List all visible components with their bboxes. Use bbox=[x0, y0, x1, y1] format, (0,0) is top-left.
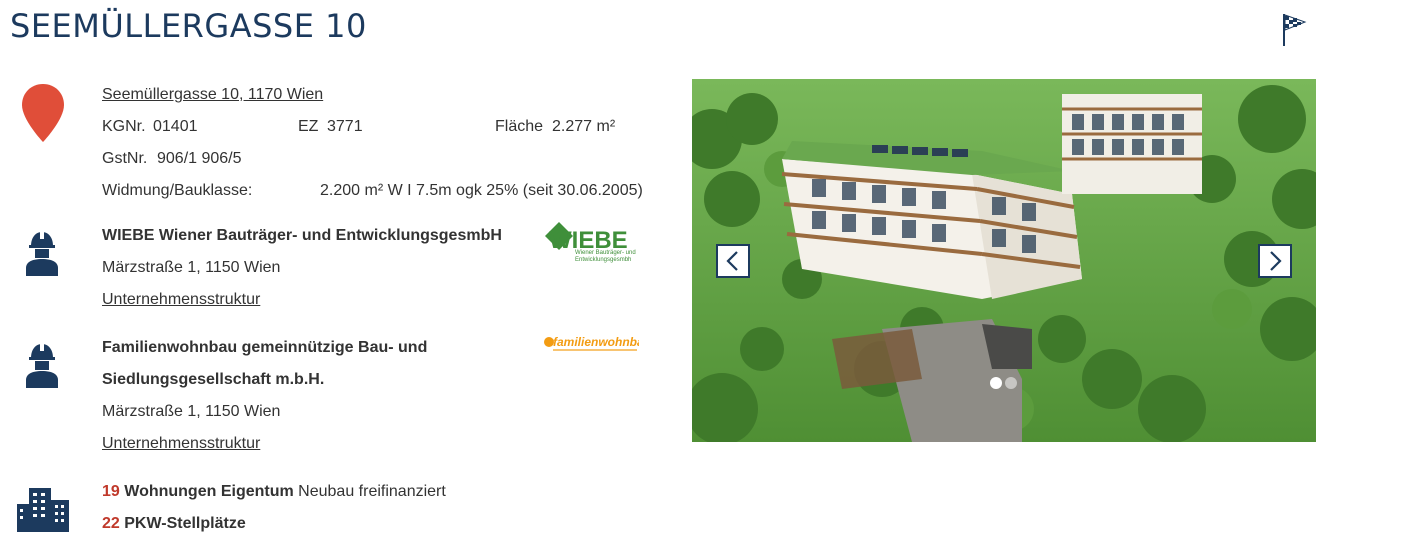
units-summary: 19 Wohnungen Eigentum Neubau freifinanzi… bbox=[102, 482, 446, 502]
flaeche-value: 2.277 m² bbox=[552, 118, 616, 135]
carousel-dot-active[interactable] bbox=[990, 377, 1002, 389]
developer-2-name-line2: Siedlungsgesellschaft m.b.H. bbox=[102, 371, 325, 388]
widmung-value: 2.200 m² W I 7.5m ogk 25% (seit 30.06.20… bbox=[320, 182, 643, 199]
units-count: 19 bbox=[102, 483, 120, 500]
svg-text:Entwicklungsgesmbh: Entwicklungsgesmbh bbox=[575, 257, 631, 263]
carousel-prev-button[interactable] bbox=[716, 244, 750, 278]
kgnr-label: KGNr. bbox=[102, 118, 146, 135]
developer-2-name-line1: Familienwohnbau gemeinnützige Bau- und bbox=[102, 339, 428, 356]
page-title: SEEMÜLLERGASSE 10 bbox=[10, 7, 367, 45]
parking-count: 22 bbox=[102, 515, 120, 532]
kgnr-value: 01401 bbox=[153, 118, 198, 135]
developer-2-structure-link[interactable]: Unternehmensstruktur bbox=[102, 434, 260, 454]
developer-2-address: Märzstraße 1, 1150 Wien bbox=[102, 403, 281, 420]
back-building bbox=[1062, 94, 1202, 194]
parking-label: PKW-Stellplätze bbox=[124, 515, 246, 532]
developer-1-address: Märzstraße 1, 1150 Wien bbox=[102, 259, 281, 276]
checkered-flag-icon[interactable] bbox=[1280, 12, 1308, 48]
address-link[interactable]: Seemüllergasse 10, 1170 Wien bbox=[102, 85, 323, 105]
ez-label: EZ bbox=[298, 118, 319, 135]
svg-text:familienwohnbau: familienwohnbau bbox=[553, 335, 639, 349]
developer-1-name: WIEBE Wiener Bauträger- und Entwicklungs… bbox=[102, 227, 502, 244]
construction-worker-icon bbox=[26, 231, 58, 276]
units-type: Neubau freifinanziert bbox=[298, 483, 446, 500]
ez-value: 3771 bbox=[327, 118, 363, 135]
carousel-next-button[interactable] bbox=[1258, 244, 1292, 278]
familienwohnbau-logo: familienwohnbau bbox=[544, 335, 639, 351]
building-rendering-image bbox=[692, 79, 1316, 442]
units-label: Wohnungen Eigentum bbox=[124, 483, 294, 500]
flaeche-label: Fläche bbox=[495, 118, 544, 135]
construction-worker-icon bbox=[26, 343, 58, 388]
carousel-dot[interactable] bbox=[1005, 377, 1017, 389]
chevron-left-icon bbox=[726, 251, 738, 271]
map-pin-icon bbox=[22, 84, 64, 142]
gstnr-label: GstNr. bbox=[102, 150, 148, 167]
wiebe-logo: WIEBE Wiener Bauträger- und Entwicklungs… bbox=[545, 222, 636, 263]
widmung-label: Widmung/Bauklasse: bbox=[102, 182, 253, 199]
gstnr-value: 906/1 906/5 bbox=[157, 150, 242, 167]
developer-1-structure-link[interactable]: Unternehmensstruktur bbox=[102, 290, 260, 310]
image-carousel[interactable] bbox=[692, 79, 1316, 442]
parking-summary: 22 PKW-Stellplätze bbox=[102, 514, 246, 534]
building-icon bbox=[17, 488, 69, 532]
chevron-right-icon bbox=[1270, 251, 1282, 271]
svg-text:Wiener Bauträger- und: Wiener Bauträger- und bbox=[575, 250, 636, 256]
